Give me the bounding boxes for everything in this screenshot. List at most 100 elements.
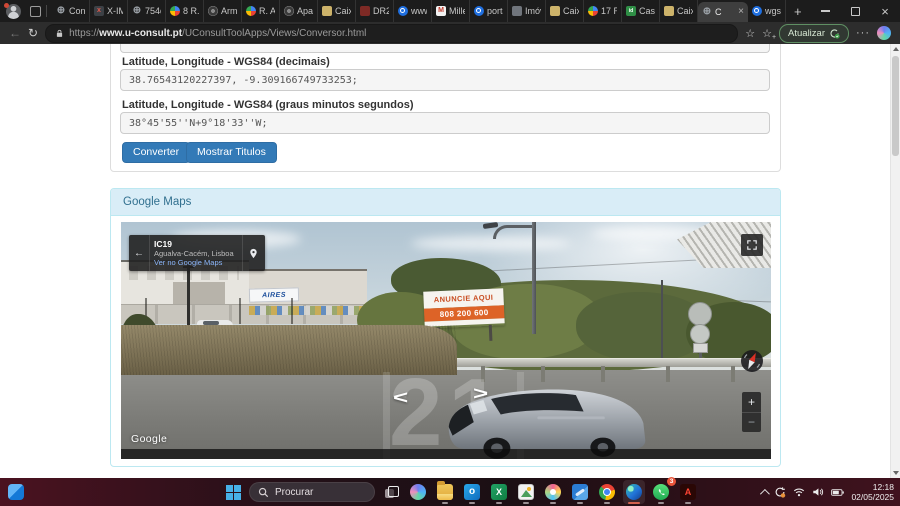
new-tab-button[interactable]: +	[794, 4, 802, 19]
view-on-google-maps-link[interactable]: Ver no Google Maps	[154, 258, 234, 267]
tab-favicon	[246, 6, 256, 16]
billboard-leg	[489, 325, 493, 341]
scrollbar-thumb[interactable]	[892, 56, 899, 156]
cloud	[411, 236, 571, 251]
browser-tab[interactable]: Caixa	[546, 0, 584, 22]
street-view[interactable]: AIRES ANUNCIE AQUI 808 200 600	[121, 222, 771, 459]
back-icon[interactable]: ←	[9, 27, 21, 39]
convert-button[interactable]: Converter	[122, 142, 190, 163]
tab-favicon	[132, 6, 142, 16]
task-view-button[interactable]	[380, 480, 402, 504]
browser-tab[interactable]: wgs8	[748, 0, 786, 22]
browser-tab[interactable]: 17 R.	[584, 0, 622, 22]
paint-button[interactable]	[542, 480, 564, 504]
map-pin-icon[interactable]	[243, 235, 265, 271]
more-options-icon[interactable]: ···	[856, 27, 870, 39]
url-text: https://www.u-consult.pt/UConsultToolApp…	[69, 28, 366, 39]
browser-tab[interactable]: Conv	[52, 0, 90, 22]
start-button[interactable]	[222, 480, 244, 504]
back-arrow-icon[interactable]: ←	[129, 235, 149, 271]
tab-label: Caixa	[563, 6, 579, 16]
page-scrollbar[interactable]	[890, 44, 900, 478]
tab-label: Imóv	[525, 6, 541, 16]
volume-icon[interactable]	[812, 487, 824, 497]
zoom-out-button[interactable]: −	[742, 412, 761, 433]
cropped-input[interactable]	[120, 44, 770, 53]
taskbar-search[interactable]: Procurar	[249, 482, 375, 502]
browser-tab[interactable]: R. Au	[242, 0, 280, 22]
blue-app-button[interactable]	[569, 480, 591, 504]
tab-close-icon[interactable]: ×	[738, 7, 744, 17]
browser-tab[interactable]: Arma	[204, 0, 242, 22]
scroll-down-icon[interactable]	[893, 471, 899, 475]
decimal-input[interactable]	[120, 69, 770, 91]
browser-tab[interactable]: 754d	[128, 0, 166, 22]
browser-tab[interactable]: 8 R. A	[166, 0, 204, 22]
tab-label: Apart	[297, 6, 313, 16]
address-bar: ← ↻ https://www.u-consult.pt/UConsultToo…	[0, 22, 900, 44]
add-favorite-icon[interactable]: ☆	[762, 27, 772, 40]
guardrail-post	[666, 366, 670, 382]
browser-tab-active[interactable]: C ×	[698, 2, 748, 22]
sign-pole	[661, 280, 663, 362]
acrobat-button[interactable]: A	[677, 480, 699, 504]
sync-tray-icon[interactable]	[774, 486, 786, 498]
wifi-icon[interactable]	[793, 487, 805, 497]
google-maps-panel: Google Maps AIRES	[110, 188, 781, 467]
navigate-right-arrow[interactable]: >	[473, 382, 488, 404]
url-field[interactable]: https://www.u-consult.pt/UConsultToolApp…	[45, 24, 738, 43]
workspaces-icon[interactable]	[30, 6, 41, 17]
browser-tab[interactable]: X-IM	[90, 0, 128, 22]
tab-label: Conv	[69, 6, 85, 16]
tray-chevron-icon[interactable]	[760, 488, 770, 498]
streetlight-arm	[493, 225, 535, 239]
chrome-button[interactable]	[596, 480, 618, 504]
browser-tab[interactable]: Casas	[622, 0, 660, 22]
browser-tab[interactable]: Apart	[280, 0, 318, 22]
browser-tab[interactable]: porta	[470, 0, 508, 22]
battery-icon[interactable]	[831, 488, 844, 497]
profile-avatar-icon[interactable]	[6, 4, 21, 19]
copilot-icon[interactable]	[877, 26, 891, 40]
zoom-in-button[interactable]: +	[742, 392, 761, 412]
tab-favicon	[550, 6, 560, 16]
billboard: ANUNCIE AQUI 808 200 600	[423, 288, 505, 328]
update-button[interactable]: Atualizar	[779, 24, 849, 43]
scroll-up-icon[interactable]	[893, 47, 899, 51]
tab-favicon	[436, 6, 446, 16]
browser-tab[interactable]: Imóv	[508, 0, 546, 22]
navigate-left-arrow[interactable]: <	[393, 386, 408, 408]
refresh-icon[interactable]: ↻	[28, 27, 38, 39]
whatsapp-button[interactable]: 3	[650, 480, 672, 504]
photos-button[interactable]	[515, 480, 537, 504]
browser-tab[interactable]: Caixa	[660, 0, 698, 22]
file-explorer-button[interactable]	[434, 480, 456, 504]
browser-tab[interactable]: DR24	[356, 0, 394, 22]
guardrail-post	[731, 366, 735, 382]
widgets-icon[interactable]	[8, 484, 24, 500]
copilot-button[interactable]	[407, 480, 429, 504]
clock[interactable]: 12:18 02/05/2025	[851, 482, 894, 502]
excel-button[interactable]: X	[488, 480, 510, 504]
tab-favicon	[170, 6, 180, 16]
search-icon	[258, 487, 269, 498]
edge-button[interactable]	[623, 480, 645, 504]
close-icon[interactable]: ×	[870, 0, 900, 22]
favorite-star-icon[interactable]: ☆	[745, 27, 755, 40]
compass-control[interactable]	[740, 349, 764, 373]
show-titles-button[interactable]: Mostrar Titulos	[186, 142, 277, 163]
whatsapp-badge: 3	[667, 477, 676, 486]
browser-tab[interactable]: www.	[394, 0, 432, 22]
fullscreen-button[interactable]	[741, 234, 763, 256]
tab-label: Arma	[221, 6, 237, 16]
maximize-icon[interactable]	[840, 0, 870, 22]
window-controls: ×	[810, 0, 900, 22]
minimize-icon[interactable]	[810, 0, 840, 22]
browser-tab[interactable]: Caixa	[318, 0, 356, 22]
system-tray: 12:18 02/05/2025	[760, 478, 894, 506]
location-title: IC19	[154, 239, 234, 249]
dms-input[interactable]	[120, 112, 770, 134]
traffic-sign-plate	[693, 343, 708, 353]
browser-tab[interactable]: Miller	[432, 0, 470, 22]
outlook-button[interactable]: o	[461, 480, 483, 504]
